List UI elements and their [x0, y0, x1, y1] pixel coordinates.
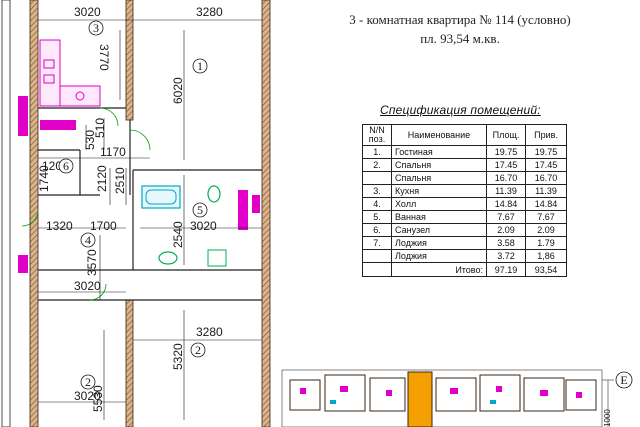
- row-area: 19.75: [486, 145, 526, 159]
- row-reduced: 11.39: [525, 184, 567, 198]
- row-reduced: 17.45: [525, 158, 567, 172]
- dim-1170: 1170: [100, 145, 126, 159]
- apartment-title-line1: 3 - комнатная квартира № 114 (условно): [349, 12, 571, 27]
- dim-3020-bottom: 3020: [74, 389, 101, 403]
- dim-1320: 1320: [46, 219, 73, 233]
- dim-3770: 3770: [97, 44, 111, 71]
- dim-3020-low: 3020: [74, 279, 101, 293]
- spec-header-reduced: Прив.: [525, 124, 567, 146]
- table-row: 3. Кухня 11.39 11.39: [362, 184, 567, 198]
- room-marker-5: 5: [197, 203, 203, 217]
- dim-5320: 5320: [171, 343, 185, 370]
- row-num: 3.: [362, 184, 392, 198]
- row-reduced: 2.09: [525, 223, 567, 237]
- row-reduced: 1,86: [525, 249, 567, 263]
- room-marker-2b: 2: [85, 375, 91, 389]
- row-area: 16.70: [486, 171, 526, 185]
- exterior-walls: [29, 0, 271, 427]
- room-spec-table: N/N поз. Наименование Площ. Прив. 1. Гос…: [362, 124, 567, 277]
- row-area: 11.39: [486, 184, 526, 198]
- left-facade-wall: [0, 0, 14, 427]
- dim-3570: 3570: [85, 249, 99, 276]
- spec-header-num: N/N поз.: [362, 124, 392, 146]
- table-row: Лоджия 3.72 1,86: [362, 249, 567, 263]
- dim-1000: 1000: [603, 409, 612, 427]
- row-reduced: 1.79: [525, 236, 567, 250]
- table-row: 5. Ванная 7.67 7.67: [362, 210, 567, 224]
- row-name: Лоджия: [391, 236, 487, 250]
- dim-2510: 2510: [113, 167, 127, 194]
- row-num: [362, 249, 392, 263]
- row-num: 7.: [362, 236, 392, 250]
- row-reduced: 19.75: [525, 145, 567, 159]
- dim-6020: 6020: [171, 77, 185, 104]
- table-row: 1. Гостиная 19.75 19.75: [362, 145, 567, 159]
- row-name: Спальня: [391, 171, 487, 185]
- total-empty-cell: [362, 262, 392, 277]
- row-name: Спальня: [391, 158, 487, 172]
- row-name: Ванная: [391, 210, 487, 224]
- row-area: 17.45: [486, 158, 526, 172]
- floor-key-plan: 1000 E: [281, 369, 633, 427]
- row-name: Холл: [391, 197, 487, 211]
- row-area: 7.67: [486, 210, 526, 224]
- row-num: 2.: [362, 158, 392, 172]
- total-reduced: 93,54: [525, 262, 567, 277]
- table-total-row: Итово: 97.19 93,54: [362, 262, 567, 277]
- table-row: 2. Спальня 17.45 17.45: [362, 158, 567, 172]
- dim-3280-low: 3280: [196, 325, 223, 339]
- table-row: 6. Санузел 2.09 2.09: [362, 223, 567, 237]
- row-num: 1.: [362, 145, 392, 159]
- row-area: 3.58: [486, 236, 526, 250]
- row-num: 5.: [362, 210, 392, 224]
- dim-3020-top: 3020: [74, 5, 101, 19]
- row-name: Кухня: [391, 184, 487, 198]
- row-num: [362, 171, 392, 185]
- total-label: Итово:: [391, 262, 487, 277]
- room-marker-4: 4: [85, 233, 91, 247]
- room-marker-6: 6: [63, 159, 69, 173]
- spec-header-area: Площ.: [486, 124, 526, 146]
- dim-2540: 2540: [171, 221, 185, 248]
- room-marker-2a: 2: [195, 343, 201, 357]
- table-row: 4. Холл 14.84 14.84: [362, 197, 567, 211]
- table-row: 7. Лоджия 3.58 1.79: [362, 236, 567, 250]
- row-num: 6.: [362, 223, 392, 237]
- table-row: Спальня 16.70 16.70: [362, 171, 567, 185]
- row-area: 2.09: [486, 223, 526, 237]
- row-num: 4.: [362, 197, 392, 211]
- spec-header-name: Наименование: [391, 124, 487, 146]
- row-area: 14.84: [486, 197, 526, 211]
- row-reduced: 16.70: [525, 171, 567, 185]
- total-area: 97.19: [486, 262, 526, 277]
- apartment-title: 3 - комнатная квартира № 114 (условно) п…: [300, 10, 620, 48]
- dim-530: 530: [83, 130, 97, 150]
- row-name: Санузел: [391, 223, 487, 237]
- row-area: 3.72: [486, 249, 526, 263]
- dim-3280-top: 3280: [196, 5, 223, 19]
- spec-caption: Спецификация помещений:: [380, 103, 541, 117]
- dim-3020-mid: 3020: [190, 219, 217, 233]
- room-marker-3: 3: [93, 21, 99, 35]
- room-marker-1: 1: [197, 59, 203, 73]
- row-reduced: 7.67: [525, 210, 567, 224]
- row-name: Лоджия: [391, 249, 487, 263]
- axis-marker-e: E: [620, 373, 627, 387]
- dim-1740: 1740: [37, 165, 51, 192]
- dim-1700: 1700: [90, 219, 117, 233]
- row-name: Гостиная: [391, 145, 487, 159]
- dim-2120: 2120: [95, 165, 109, 192]
- row-reduced: 14.84: [525, 197, 567, 211]
- apartment-area-line: пл. 93,54 м.кв.: [420, 31, 500, 46]
